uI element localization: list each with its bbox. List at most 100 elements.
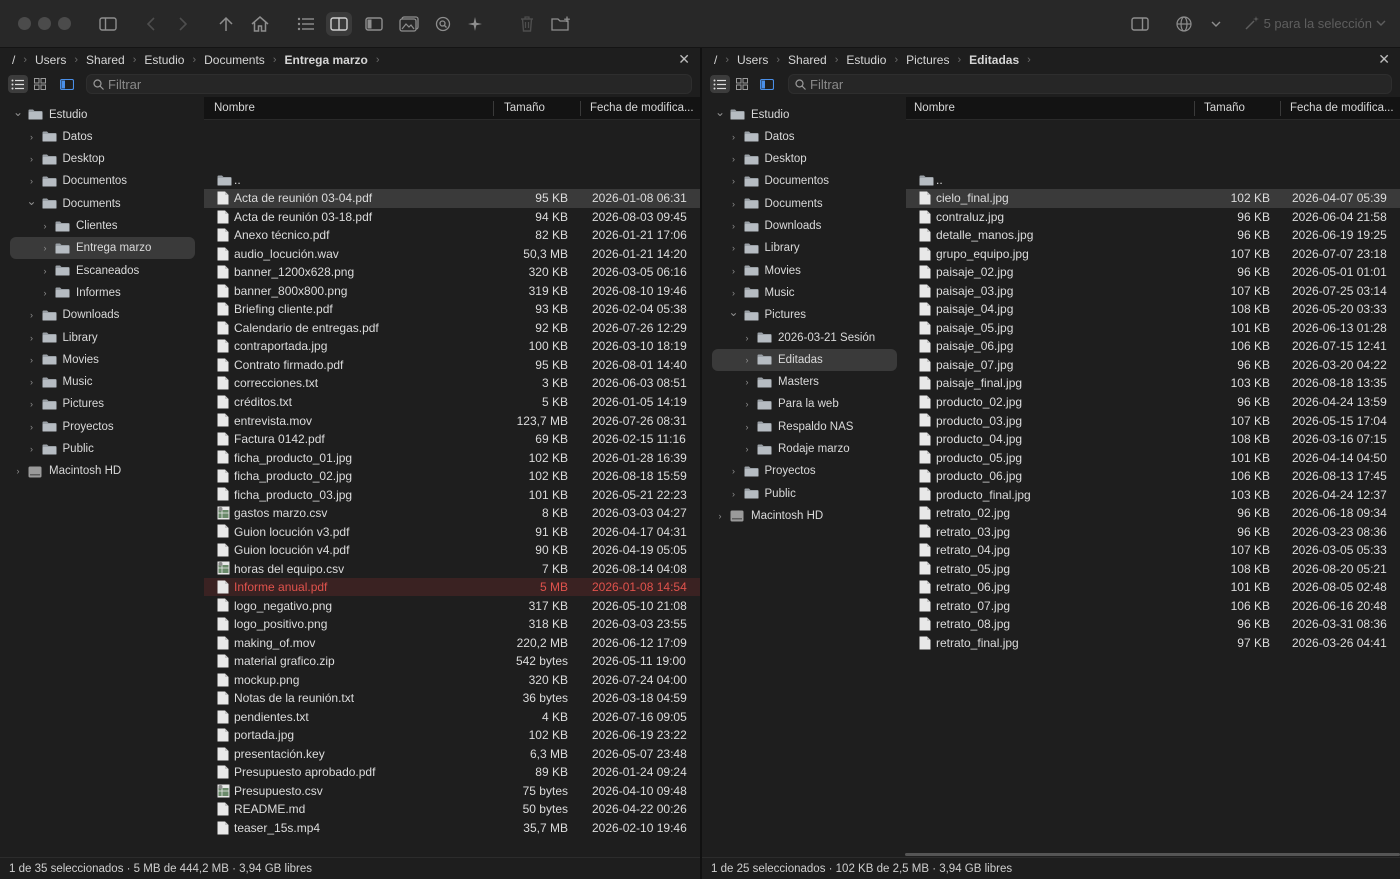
tree-item[interactable]: › Entrega marzo [39,238,152,259]
chevron-right-icon[interactable]: › [12,466,24,476]
file-row[interactable]: Guion locución v4.pdf 90 KB 2026-04-19 05:… [204,541,700,560]
filter-input[interactable]: Filtrar [788,74,1392,94]
chevron-right-icon[interactable]: › [39,243,51,253]
file-row[interactable]: retrato_04.jpg 107 KB 2026-03-05 05:33 [906,541,1400,560]
column-name-header[interactable]: Nombre [214,102,255,114]
file-row[interactable]: Presupuesto.csv 75 bytes 2026-04-10 09:48 [204,782,700,801]
tree-item[interactable]: › 2026-03-21 Sesión [741,327,876,348]
column-divider[interactable] [1194,101,1195,116]
breadcrumb-current[interactable]: Entrega marzo [280,53,371,67]
chevron-right-icon[interactable]: › [741,399,753,409]
file-row[interactable]: retrato_06.jpg 101 KB 2026-08-05 02:48 [906,578,1400,597]
file-row[interactable]: créditos.txt 5 KB 2026-01-05 14:19 [204,393,700,412]
chevron-right-icon[interactable]: › [741,377,753,387]
file-row[interactable]: Notas de la reunión.txt 36 bytes 2026-03-1… [204,689,700,708]
file-row[interactable]: paisaje_04.jpg 108 KB 2026-05-20 03:33 [906,300,1400,319]
grid-mode-icon[interactable] [30,75,50,93]
tree-item[interactable]: › Pictures [26,394,104,415]
chevron-right-icon[interactable]: › [741,355,753,365]
home-icon[interactable] [247,12,273,36]
file-row[interactable]: contraportada.jpg 100 KB 2026-03-10 18:19 [204,337,700,356]
list-mode-icon[interactable] [8,75,28,93]
forward-icon[interactable] [170,12,196,36]
chevron-right-icon[interactable]: › [728,243,740,253]
breadcrumb-item[interactable]: Shared [82,53,129,67]
chevron-down-icon[interactable] [1203,12,1229,36]
chevron-right-icon[interactable]: › [728,154,740,164]
close-pane-icon[interactable]: ✕ [678,51,690,68]
tree-item[interactable]: › Respaldo NAS [741,416,854,437]
file-row[interactable]: ficha_producto_03.jpg 101 KB 2026-05-21 22… [204,485,700,504]
file-row[interactable]: retrato_05.jpg 108 KB 2026-08-20 05:21 [906,559,1400,578]
file-row[interactable]: audio_locución.wav 50,3 MB 2026-01-21 14:2… [204,245,700,264]
file-row[interactable]: paisaje_03.jpg 107 KB 2026-07-25 03:14 [906,282,1400,301]
chevron-right-icon[interactable]: › [741,444,753,454]
tree-item[interactable]: ⌄ Documents [26,193,120,214]
tree-item[interactable]: › Proyectos [728,461,816,482]
tree-item[interactable]: › Documents [728,193,823,214]
minimize-window-button[interactable] [38,17,51,30]
chevron-right-icon[interactable]: › [26,422,38,432]
chevron-right-icon[interactable]: › [39,288,51,298]
chevron-right-icon[interactable]: › [728,199,740,209]
column-divider[interactable] [493,101,494,116]
breadcrumb-item[interactable]: Users [31,53,70,67]
chevron-right-icon[interactable]: › [26,377,38,387]
tree-item[interactable]: ⌄ Pictures [728,305,806,326]
tree-item[interactable]: › Masters [741,372,819,393]
breadcrumb-item[interactable]: Pictures [902,53,953,67]
file-row[interactable]: paisaje_02.jpg 96 KB 2026-05-01 01:01 [906,263,1400,282]
chevron-right-icon[interactable]: › [39,266,51,276]
file-row[interactable]: logo_negativo.png 317 KB 2026-05-10 21:08 [204,596,700,615]
list-view-icon[interactable] [293,12,319,36]
chevron-down-icon[interactable]: ⌄ [26,194,38,208]
close-window-button[interactable] [18,17,31,30]
file-row[interactable]: producto_04.jpg 108 KB 2026-03-16 07:15 [906,430,1400,449]
file-row[interactable]: producto_03.jpg 107 KB 2026-05-15 17:04 [906,411,1400,430]
file-row[interactable]: Acta de reunión 03-04.pdf 95 KB 2026-01-08… [204,189,700,208]
chevron-right-icon[interactable]: › [26,355,38,365]
file-row[interactable]: banner_1200x628.png 320 KB 2026-03-05 06:1… [204,263,700,282]
chevron-right-icon[interactable]: › [728,266,740,276]
file-row[interactable]: retrato_final.jpg 97 KB 2026-03-26 04:41 [906,634,1400,653]
close-pane-icon[interactable]: ✕ [1378,51,1390,68]
tree-item[interactable]: › Macintosh HD [12,461,121,482]
tree-item[interactable]: › Datos [26,126,93,147]
file-row[interactable]: Guion locución v3.pdf 91 KB 2026-04-17 04:… [204,522,700,541]
search-file-icon[interactable] [430,12,456,36]
file-row[interactable]: producto_05.jpg 101 KB 2026-04-14 04:50 [906,448,1400,467]
chevron-right-icon[interactable]: › [26,333,38,343]
tree-item[interactable]: › Public [728,483,796,504]
tree-item[interactable]: › Clientes [39,216,118,237]
file-row[interactable]: Briefing cliente.pdf 93 KB 2026-02-04 05:3… [204,300,700,319]
file-row[interactable]: retrato_07.jpg 106 KB 2026-06-16 20:48 [906,596,1400,615]
breadcrumb-root[interactable]: / [710,53,721,67]
tree-item[interactable]: › Movies [728,260,801,281]
file-row[interactable]: ficha_producto_01.jpg 102 KB 2026-01-28 16… [204,448,700,467]
file-row[interactable]: grupo_equipo.jpg 107 KB 2026-07-07 23:18 [906,245,1400,264]
new-folder-icon[interactable] [548,12,574,36]
tree-item[interactable]: › Music [26,372,93,393]
column-date-header[interactable]: Fecha de modifica... [590,102,694,114]
trash-icon[interactable] [514,12,540,36]
preview-pane-icon[interactable] [361,12,387,36]
file-row[interactable]: paisaje_final.jpg 103 KB 2026-08-18 13:35 [906,374,1400,393]
column-size-header[interactable]: Tamaño [504,102,545,114]
file-row[interactable]: Acta de reunión 03-18.pdf 94 KB 2026-08-03… [204,208,700,227]
chevron-right-icon[interactable]: › [26,132,38,142]
tree-item[interactable]: › Para la web [741,394,839,415]
tree-item[interactable]: › Desktop [728,149,807,170]
chevron-down-icon[interactable]: ⌄ [12,105,24,119]
tree-item[interactable]: ⌄ Estudio [12,104,87,125]
horizontal-scrollbar[interactable] [905,853,1400,856]
breadcrumb-item[interactable]: Shared [784,53,831,67]
chevron-right-icon[interactable]: › [728,221,740,231]
breadcrumb-item[interactable]: Users [733,53,772,67]
tree-item[interactable]: › Informes [39,282,121,303]
file-row[interactable]: paisaje_07.jpg 96 KB 2026-03-20 04:22 [906,356,1400,375]
tree-item[interactable]: ⌄ Estudio [714,104,789,125]
file-row[interactable]: logo_positivo.png 318 KB 2026-03-03 23:55 [204,615,700,634]
inspector-icon[interactable] [1127,12,1153,36]
tree-item[interactable]: › Movies [26,349,99,370]
chevron-right-icon[interactable]: › [728,132,740,142]
